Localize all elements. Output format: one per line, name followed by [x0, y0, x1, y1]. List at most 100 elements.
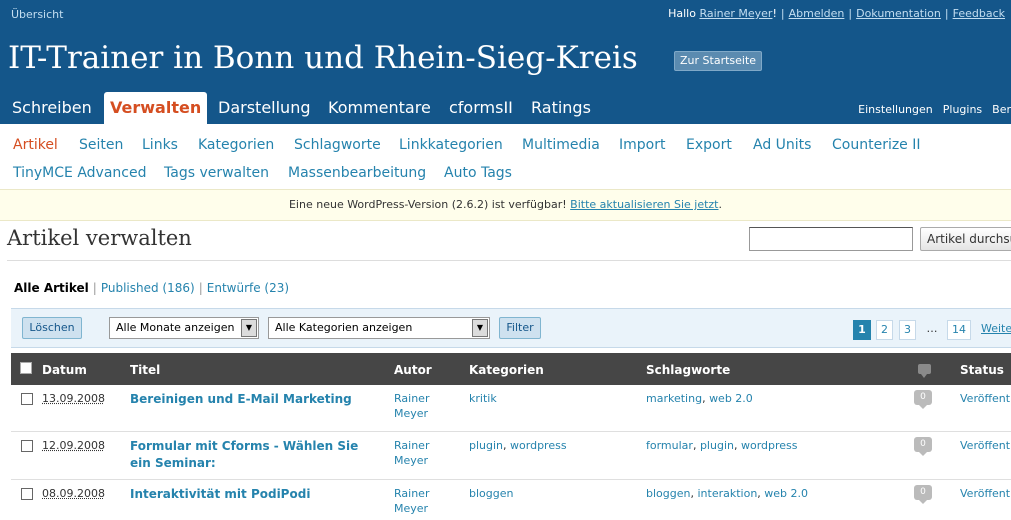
nav-settings[interactable]: Einstellungen — [858, 103, 943, 116]
comment-count-bubble[interactable]: 0 — [914, 485, 932, 504]
overview-link[interactable]: Übersicht — [11, 8, 63, 21]
subnav-massenbearbeitung[interactable]: Massenbearbeitung — [288, 165, 426, 181]
subnav-links[interactable]: Links — [142, 137, 178, 153]
subnav-kategorien[interactable]: Kategorien — [198, 137, 274, 153]
subnav-export[interactable]: Export — [686, 137, 732, 153]
post-title-link[interactable]: Formular mit Cforms - Wählen Sie ein Sem… — [130, 438, 380, 472]
tag-link[interactable]: web 2.0 — [709, 392, 753, 405]
col-date: Datum — [42, 363, 87, 377]
row-checkbox[interactable] — [21, 393, 33, 405]
filter-all[interactable]: Alle Artikel — [14, 281, 89, 295]
user-profile-link[interactable]: Rainer Meyer — [699, 7, 772, 20]
side-nav: Einstellungen Plugins Ber — [858, 103, 1011, 116]
chevron-down-icon: ▼ — [472, 319, 488, 337]
category-link[interactable]: bloggen — [469, 487, 513, 500]
subnav-artikel[interactable]: Artikel — [13, 137, 58, 153]
chevron-down-icon: ▼ — [241, 319, 257, 337]
col-author: Autor — [394, 363, 432, 377]
category-link[interactable]: kritik — [469, 392, 497, 405]
subnav-auto-tags[interactable]: Auto Tags — [444, 165, 512, 181]
tag-link[interactable]: marketing — [646, 392, 702, 405]
visit-site-button[interactable]: Zur Startseite — [674, 51, 763, 71]
status-link[interactable]: Veröffentlicht — [960, 391, 1011, 406]
categories-cell: bloggen — [469, 486, 513, 501]
docs-link[interactable]: Dokumentation — [856, 7, 941, 20]
separator: | — [944, 7, 949, 20]
row-checkbox[interactable] — [21, 488, 33, 500]
tab-kommentare[interactable]: Kommentare — [322, 92, 437, 124]
col-title: Titel — [130, 363, 161, 377]
tags-cell: bloggen, interaktion, web 2.0 — [646, 487, 809, 500]
tag-link[interactable]: wordpress — [741, 439, 798, 452]
filter-drafts[interactable]: Entwürfe (23) — [207, 281, 289, 295]
status-link[interactable]: Veröffentlicht — [960, 486, 1011, 501]
post-date: 08.09.2008 — [42, 487, 105, 500]
tab-cforms[interactable]: cformsII — [443, 92, 519, 124]
month-select-value: Alle Monate anzeigen — [116, 321, 235, 334]
table-row: 12.09.2008 Formular mit Cforms - Wählen … — [11, 432, 1011, 480]
subnav-schlagworte[interactable]: Schlagworte — [294, 137, 381, 153]
comments-icon — [918, 364, 931, 378]
page-link[interactable]: 2 — [876, 320, 893, 340]
categories-cell: kritik — [469, 391, 497, 406]
page-link-current[interactable]: 1 — [853, 320, 871, 340]
status-link[interactable]: Veröffentlicht — [960, 438, 1011, 453]
user-bar: Übersicht Hallo Rainer Meyer! | Abmelden | D… — [0, 0, 1011, 27]
post-title-link[interactable]: Interaktivität mit PodiPodi — [130, 486, 380, 503]
delete-button[interactable]: Löschen — [22, 317, 82, 339]
feedback-link[interactable]: Feedback — [953, 7, 1005, 20]
filter-bar: Löschen Alle Monate anzeigen ▼ Alle Kate… — [11, 308, 1011, 348]
separator: | — [780, 7, 785, 20]
filter-published[interactable]: Published (186) — [101, 281, 195, 295]
subnav-counterize[interactable]: Counterize II — [832, 137, 921, 153]
row-checkbox[interactable] — [21, 440, 33, 452]
tag-link[interactable]: bloggen — [646, 487, 690, 500]
subnav-linkkategorien[interactable]: Linkkategorien — [399, 137, 503, 153]
subnav-seiten[interactable]: Seiten — [79, 137, 123, 153]
tag-link[interactable]: plugin — [700, 439, 734, 452]
month-select[interactable]: Alle Monate anzeigen ▼ — [109, 317, 259, 339]
next-page-link[interactable]: Weiter — [981, 320, 1011, 340]
table-header: Datum Titel Autor Kategorien Schlagworte… — [11, 353, 1011, 385]
search-button[interactable]: Artikel durchsuchen — [920, 227, 1011, 251]
tab-schreiben[interactable]: Schreiben — [6, 92, 98, 124]
subnav-tinymce[interactable]: TinyMCE Advanced — [13, 165, 146, 181]
author-link[interactable]: Rainer Meyer — [394, 391, 454, 421]
divider — [7, 260, 1011, 261]
page-link[interactable]: 14 — [947, 320, 971, 340]
subnav-multimedia[interactable]: Multimedia — [522, 137, 600, 153]
category-select[interactable]: Alle Kategorien anzeigen ▼ — [268, 317, 490, 339]
filter-button[interactable]: Filter — [499, 317, 541, 339]
page-link[interactable]: 3 — [899, 320, 916, 340]
subnav-import[interactable]: Import — [619, 137, 665, 153]
category-link[interactable]: plugin — [469, 439, 503, 452]
category-link[interactable]: wordpress — [510, 439, 567, 452]
author-link[interactable]: Rainer Meyer — [394, 438, 454, 468]
comment-count-bubble[interactable]: 0 — [914, 437, 932, 456]
update-text: Eine neue WordPress-Version (2.6.2) ist … — [288, 198, 567, 211]
post-date: 12.09.2008 — [42, 439, 105, 452]
update-notice: Eine neue WordPress-Version (2.6.2) ist … — [0, 189, 1011, 221]
tag-link[interactable]: web 2.0 — [764, 487, 808, 500]
tab-ratings[interactable]: Ratings — [525, 92, 597, 124]
logout-link[interactable]: Abmelden — [789, 7, 845, 20]
tag-link[interactable]: formular — [646, 439, 693, 452]
nav-plugins[interactable]: Plugins — [943, 103, 992, 116]
comment-count-bubble[interactable]: 0 — [914, 390, 932, 409]
separator: | — [848, 7, 853, 20]
nav-users[interactable]: Ber — [992, 103, 1011, 116]
author-link[interactable]: Rainer Meyer — [394, 486, 454, 516]
category-select-value: Alle Kategorien anzeigen — [275, 321, 413, 334]
post-title-link[interactable]: Bereinigen und E-Mail Marketing — [130, 391, 380, 408]
tab-darstellung[interactable]: Darstellung — [212, 92, 316, 124]
update-end: . — [718, 198, 723, 211]
update-link[interactable]: Bitte aktualisieren Sie jetzt — [570, 198, 718, 211]
subnav-ad-units[interactable]: Ad Units — [753, 137, 811, 153]
tab-verwalten[interactable]: Verwalten — [104, 92, 208, 124]
search-input[interactable] — [749, 227, 913, 251]
tag-link[interactable]: interaktion — [697, 487, 757, 500]
select-all-checkbox[interactable] — [20, 362, 32, 374]
tags-cell: marketing, web 2.0 — [646, 392, 753, 405]
table-row: 08.09.2008 Interaktivität mit PodiPodi R… — [11, 480, 1011, 520]
subnav-tags-verwalten[interactable]: Tags verwalten — [164, 165, 269, 181]
